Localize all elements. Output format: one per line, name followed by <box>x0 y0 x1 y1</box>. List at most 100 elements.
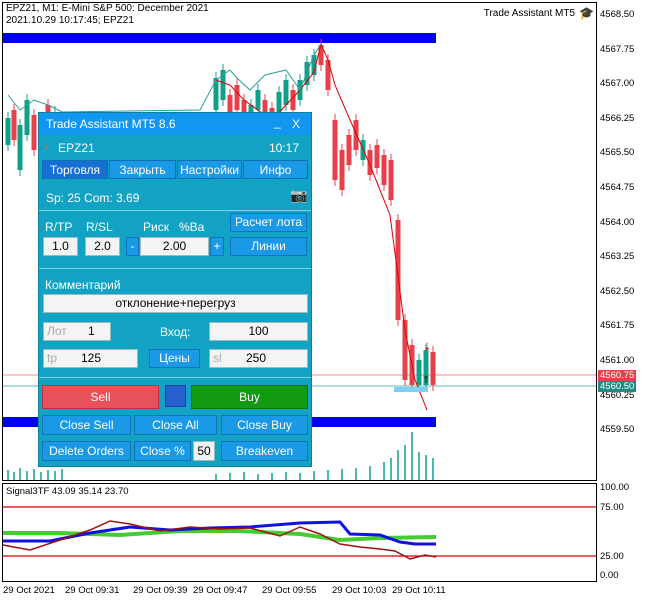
up-arrow-icon: ⇑ <box>422 375 430 386</box>
price-tick-label: 4562.50 <box>600 285 635 297</box>
candle-body <box>381 155 387 185</box>
entry-label: Вход: <box>160 325 191 339</box>
price-tick-label: 4563.25 <box>600 251 635 263</box>
tab-close[interactable]: Закрыть <box>109 160 176 179</box>
camera-icon[interactable]: 📷 <box>290 187 307 204</box>
trade-assistant-badge[interactable]: Trade Assistant MT5 🎓 <box>484 6 594 20</box>
price-tick-label: 4565.50 <box>600 147 635 159</box>
chart-timestamp: 2021.10.29 10:17:45; EPZ21 <box>6 15 134 26</box>
candle-body <box>234 85 240 110</box>
candle-body <box>255 90 261 110</box>
rsl-input[interactable]: 2.0 <box>85 237 120 256</box>
sl-value: 250 <box>246 351 267 365</box>
price-tick-label: 4559.50 <box>600 424 635 436</box>
lot-value: 1 <box>88 324 95 338</box>
spread-commission: Sp: 25 Com: 3.69 <box>46 191 140 205</box>
tab-settings[interactable]: Настройки <box>177 160 242 179</box>
upper-band <box>3 33 436 43</box>
candle-body <box>339 150 345 190</box>
delete-orders-button[interactable]: Delete Orders <box>42 441 131 461</box>
price-tick-label: 4567.75 <box>600 43 635 55</box>
indicator-label: Signal3TF 43.09 35.14 23.70 <box>6 486 129 497</box>
candle-body <box>416 360 422 385</box>
sl-input[interactable]: sl 250 <box>209 349 308 368</box>
candle-body <box>374 145 380 168</box>
risk-label: Риск <box>143 220 169 234</box>
candle-body <box>353 120 359 150</box>
risk-input[interactable]: 2.00 <box>140 237 209 256</box>
buy-button[interactable]: Buy <box>191 385 308 409</box>
panel-symbol: EPZ21 <box>58 141 95 155</box>
graduation-cap-icon: 🎓 <box>579 6 594 20</box>
sl-label: sl <box>213 351 222 365</box>
lot-input[interactable]: Лот 1 <box>43 322 111 341</box>
rtp-input[interactable]: 1.0 <box>43 237 78 256</box>
candle-body <box>367 150 373 175</box>
sell-button[interactable]: Sell <box>42 385 159 409</box>
candle-body <box>395 220 401 320</box>
price-tick-label: 4564.75 <box>600 182 635 193</box>
ask-price-tag: 4560.50 <box>598 381 636 392</box>
close-sell-button[interactable]: Close Sell <box>42 415 131 435</box>
separator <box>39 210 311 211</box>
close-percent-input[interactable]: 50 <box>193 441 215 461</box>
candle-body <box>11 110 17 140</box>
chart-symbol-title: EPZ21, M1: E-Mini S&P 500: December 2021 <box>6 3 209 14</box>
risk-decrease-button[interactable]: - <box>126 237 139 256</box>
indicator-tick-label: 0.00 <box>600 570 619 581</box>
indicator-tick-label: 75.00 <box>600 502 624 513</box>
lot-label: Лот <box>47 324 67 338</box>
time-tick-label: 29 Oct 09:47 <box>193 585 248 596</box>
price-tick-label: 4568.50 <box>600 9 635 20</box>
tp-value: 125 <box>81 351 102 365</box>
tp-input[interactable]: tp 125 <box>43 349 138 368</box>
prices-button[interactable]: Цены <box>149 349 200 368</box>
down-trend-icon: ↓ <box>44 141 49 152</box>
bid-price-tag: 4560.75 <box>598 370 636 381</box>
down-arrow-icon: ⇣ <box>423 342 431 353</box>
risk-increase-button[interactable]: + <box>210 237 224 256</box>
time-tick-label: 29 Oct 09:31 <box>65 585 120 596</box>
rtp-label: R/TP <box>45 220 73 234</box>
comment-input[interactable]: отклонение+перегруз <box>43 294 308 313</box>
time-tick-label: 29 Oct 10:11 <box>392 585 446 596</box>
price-tick-label: 4564.00 <box>600 216 635 228</box>
indicator-tick-label: 25.00 <box>600 551 624 562</box>
time-tick-label: 29 Oct 09:55 <box>262 585 317 596</box>
candle-body <box>283 80 289 105</box>
percent-balance-label: %Ba <box>179 220 205 234</box>
badge-label: Trade Assistant MT5 <box>483 7 576 19</box>
close-percent-button[interactable]: Close % <box>134 441 191 461</box>
order-type-toggle[interactable] <box>165 385 186 407</box>
price-tick-label: 4561.00 <box>600 355 635 366</box>
close-buy-button[interactable]: Close Buy <box>221 415 308 435</box>
breakeven-button[interactable]: Breakeven <box>221 441 308 461</box>
entry-input[interactable]: 100 <box>209 322 308 341</box>
minimize-button[interactable]: _ <box>274 115 281 129</box>
price-tick-label: 4566.25 <box>600 112 635 124</box>
separator <box>39 268 311 269</box>
panel-title-bar[interactable]: Trade Assistant MT5 8.6 _ X <box>39 113 311 135</box>
candle-body <box>17 125 23 170</box>
tab-info[interactable]: Инфо <box>243 160 308 179</box>
close-all-button[interactable]: Close All <box>134 415 217 435</box>
candle-body <box>346 135 352 165</box>
time-tick-label: 29 Oct 09:39 <box>133 585 188 596</box>
lines-button[interactable]: Линии <box>230 237 307 256</box>
calc-lot-button[interactable]: Расчет лота <box>230 213 307 232</box>
zigzag-teal-line <box>7 43 322 113</box>
time-tick-label: 29 Oct 2021 <box>3 585 55 596</box>
tab-trade[interactable]: Торговля <box>42 160 108 179</box>
price-tick-label: 4561.75 <box>600 320 635 332</box>
rsl-label: R/SL <box>86 220 113 234</box>
candle-body <box>332 120 338 180</box>
trade-assistant-panel[interactable]: Trade Assistant MT5 8.6 _ X ↓ EPZ21 10:1… <box>38 112 312 467</box>
separator <box>39 377 311 378</box>
close-button[interactable]: X <box>292 117 300 131</box>
panel-time: 10:17 <box>269 141 300 155</box>
candle-body <box>388 160 394 200</box>
candle-body <box>31 115 37 150</box>
tp-label: tp <box>47 351 58 365</box>
panel-title: Trade Assistant MT5 8.6 <box>46 117 176 131</box>
indicator-tick-label: 100.00 <box>600 482 630 493</box>
